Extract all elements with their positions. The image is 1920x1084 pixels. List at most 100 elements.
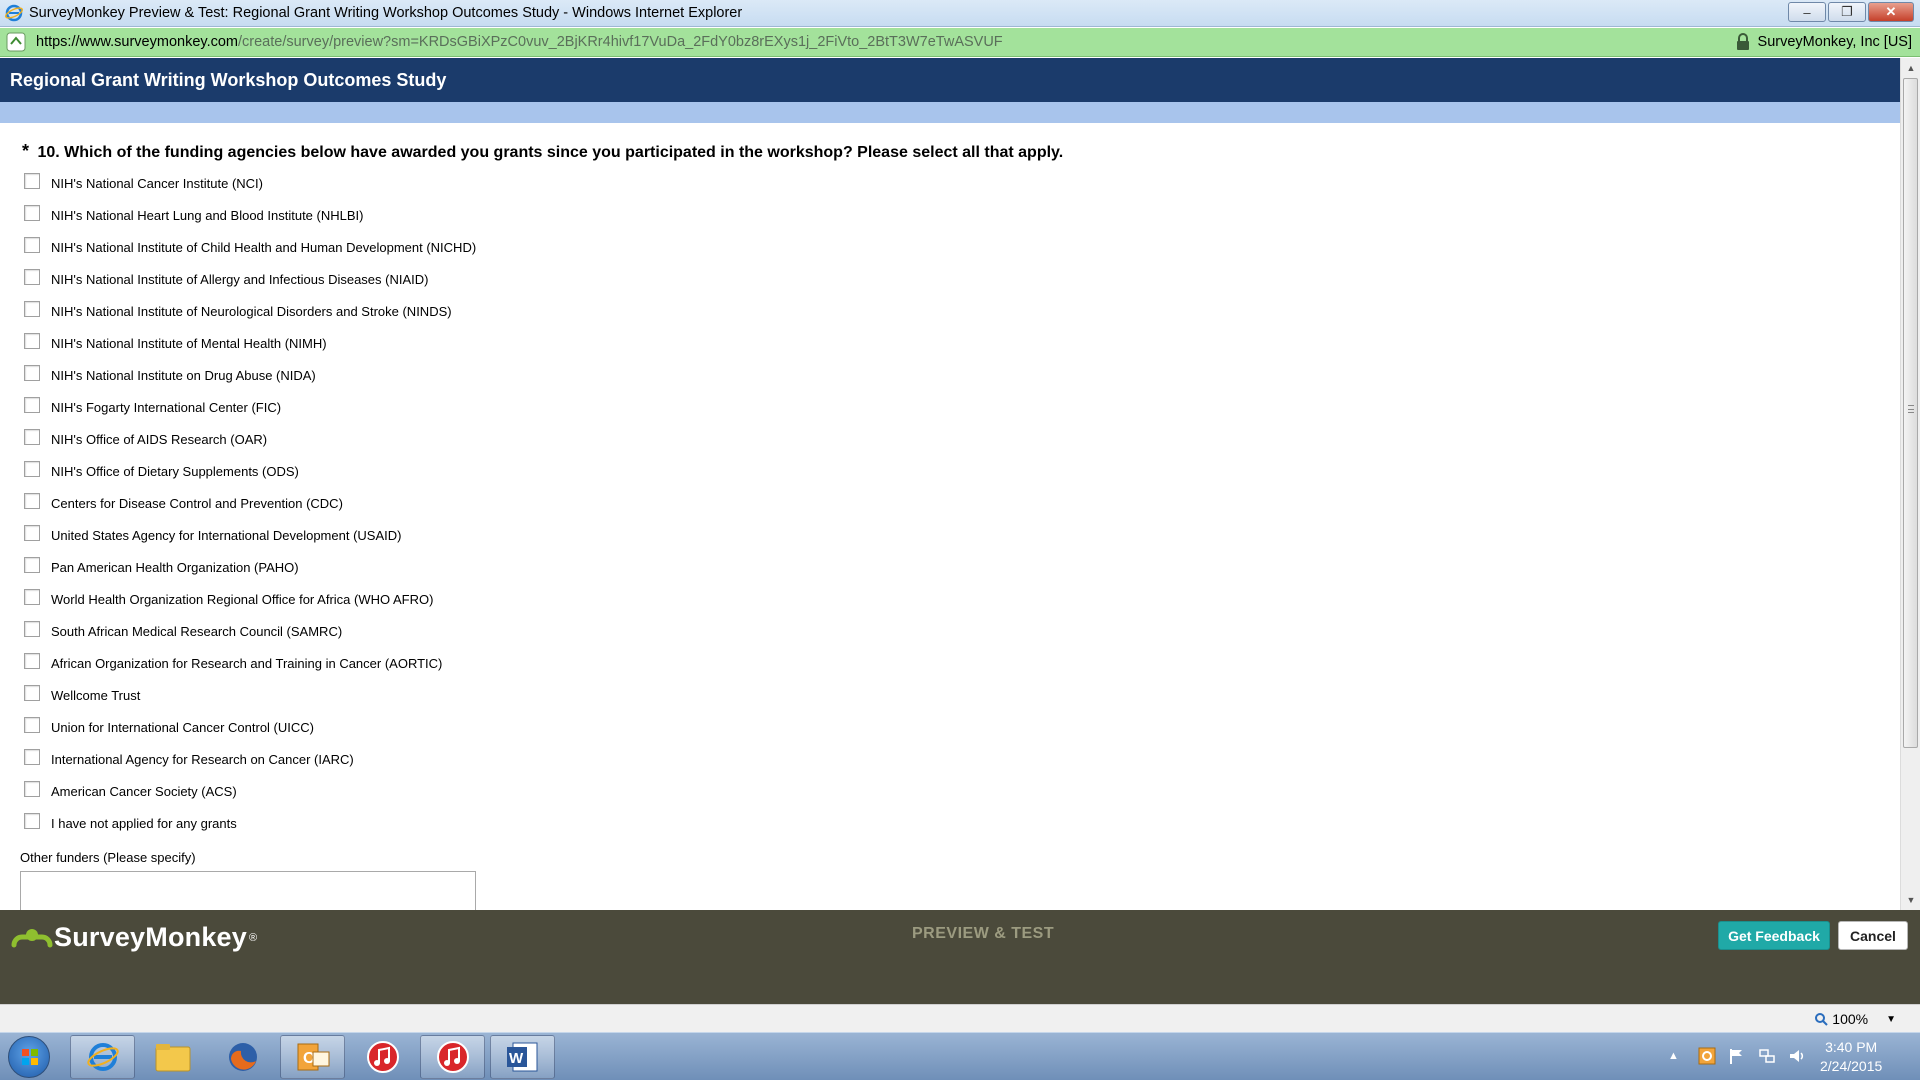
option-nci[interactable]: NIH's National Cancer Institute (NCI) (24, 167, 476, 199)
option-oar[interactable]: NIH's Office of AIDS Research (OAR) (24, 423, 476, 455)
outlook-tray-icon[interactable] (1698, 1047, 1716, 1065)
option-label[interactable]: NIH's National Cancer Institute (NCI) (51, 176, 263, 191)
question-text: 10. Which of the funding agencies below … (37, 144, 1064, 161)
scroll-thumb[interactable] (1903, 78, 1918, 748)
checkbox[interactable] (24, 365, 40, 381)
checkbox[interactable] (24, 653, 40, 669)
checkbox[interactable] (24, 461, 40, 477)
option-label[interactable]: NIH's National Institute of Mental Healt… (51, 336, 327, 351)
clock-date: 2/24/2015 (1820, 1058, 1883, 1074)
taskbar-internet-explorer[interactable] (70, 1035, 135, 1079)
option-label[interactable]: World Health Organization Regional Offic… (51, 592, 433, 607)
taskbar-file-explorer[interactable] (140, 1035, 205, 1079)
security-certificate[interactable]: SurveyMonkey, Inc [US] (1736, 33, 1912, 50)
option-label[interactable]: Centers for Disease Control and Preventi… (51, 496, 343, 511)
option-nhlbi[interactable]: NIH's National Heart Lung and Blood Inst… (24, 199, 476, 231)
option-label[interactable]: African Organization for Research and Tr… (51, 656, 442, 671)
checkbox[interactable] (24, 525, 40, 541)
scroll-up-arrow-icon[interactable]: ▲ (1901, 60, 1920, 76)
option-label[interactable]: Wellcome Trust (51, 688, 140, 703)
network-icon[interactable] (1758, 1047, 1776, 1065)
scroll-down-arrow-icon[interactable]: ▼ (1901, 892, 1920, 908)
option-samrc[interactable]: South African Medical Research Council (… (24, 615, 476, 647)
checkbox[interactable] (24, 301, 40, 317)
option-label[interactable]: NIH's National Institute of Child Health… (51, 240, 476, 255)
vertical-scrollbar[interactable]: ▲ ▼ (1900, 58, 1920, 910)
option-uicc[interactable]: Union for International Cancer Control (… (24, 711, 476, 743)
option-label[interactable]: NIH's Office of Dietary Supplements (ODS… (51, 464, 299, 479)
option-nichd[interactable]: NIH's National Institute of Child Health… (24, 231, 476, 263)
option-usaid[interactable]: United States Agency for International D… (24, 519, 476, 551)
option-ods[interactable]: NIH's Office of Dietary Supplements (ODS… (24, 455, 476, 487)
show-hidden-icons-arrow-icon[interactable]: ▲ (1668, 1047, 1686, 1065)
checkbox[interactable] (24, 749, 40, 765)
checkbox[interactable] (24, 205, 40, 221)
cancel-button[interactable]: Cancel (1838, 921, 1908, 950)
checkbox[interactable] (24, 333, 40, 349)
option-who-afro[interactable]: World Health Organization Regional Offic… (24, 583, 476, 615)
checkbox[interactable] (24, 717, 40, 733)
option-aortic[interactable]: African Organization for Research and Tr… (24, 647, 476, 679)
checkbox[interactable] (24, 397, 40, 413)
restore-button[interactable]: ❐ (1828, 2, 1866, 22)
option-label[interactable]: NIH's National Institute of Allergy and … (51, 272, 428, 287)
checkbox[interactable] (24, 781, 40, 797)
checkbox[interactable] (24, 237, 40, 253)
option-ninds[interactable]: NIH's National Institute of Neurological… (24, 295, 476, 327)
zoom-control[interactable]: 100% ▼ (1814, 1011, 1896, 1027)
system-clock[interactable]: 3:40 PM 2/24/2015 (1820, 1038, 1882, 1076)
checkbox[interactable] (24, 429, 40, 445)
option-label[interactable]: Pan American Health Organization (PAHO) (51, 560, 299, 575)
start-button[interactable] (8, 1036, 50, 1078)
checkbox[interactable] (24, 813, 40, 829)
checkbox[interactable] (24, 557, 40, 573)
checkbox[interactable] (24, 589, 40, 605)
option-label[interactable]: NIH's Office of AIDS Research (OAR) (51, 432, 267, 447)
option-fic[interactable]: NIH's Fogarty International Center (FIC) (24, 391, 476, 423)
option-label[interactable]: NIH's National Institute on Drug Abuse (… (51, 368, 316, 383)
taskbar-word[interactable]: W (490, 1035, 555, 1079)
option-acs[interactable]: American Cancer Society (ACS) (24, 775, 476, 807)
option-label[interactable]: South African Medical Research Council (… (51, 624, 342, 639)
itunes-icon (366, 1041, 399, 1073)
zoom-dropdown-icon[interactable]: ▼ (1886, 1014, 1896, 1025)
option-label[interactable]: NIH's National Institute of Neurological… (51, 304, 452, 319)
certificate-label: SurveyMonkey, Inc [US] (1757, 33, 1912, 50)
option-label[interactable]: I have not applied for any grants (51, 816, 237, 831)
get-feedback-button[interactable]: Get Feedback (1718, 921, 1830, 950)
checkbox[interactable] (24, 269, 40, 285)
option-label[interactable]: Union for International Cancer Control (… (51, 720, 314, 735)
option-nida[interactable]: NIH's National Institute on Drug Abuse (… (24, 359, 476, 391)
checkbox[interactable] (24, 173, 40, 189)
checkbox[interactable] (24, 621, 40, 637)
option-iarc[interactable]: International Agency for Research on Can… (24, 743, 476, 775)
option-cdc[interactable]: Centers for Disease Control and Preventi… (24, 487, 476, 519)
option-nimh[interactable]: NIH's National Institute of Mental Healt… (24, 327, 476, 359)
address-bar[interactable]: https://www.surveymonkey.com/create/surv… (0, 28, 1920, 57)
taskbar-itunes-window[interactable] (420, 1035, 485, 1079)
close-button[interactable]: ✕ (1868, 2, 1914, 22)
url-text[interactable]: https://www.surveymonkey.com/create/surv… (36, 34, 1003, 50)
option-paho[interactable]: Pan American Health Organization (PAHO) (24, 551, 476, 583)
option-label[interactable]: NIH's National Heart Lung and Blood Inst… (51, 208, 363, 223)
option-wellcome[interactable]: Wellcome Trust (24, 679, 476, 711)
required-marker: * (22, 141, 30, 161)
volume-icon[interactable] (1788, 1047, 1806, 1065)
option-niaid[interactable]: NIH's National Institute of Allergy and … (24, 263, 476, 295)
other-funders-input[interactable] (20, 871, 476, 910)
minimize-button[interactable]: – (1788, 2, 1826, 22)
option-not-applied[interactable]: I have not applied for any grants (24, 807, 476, 839)
checkbox[interactable] (24, 685, 40, 701)
option-label[interactable]: United States Agency for International D… (51, 528, 401, 543)
zoom-magnifier-icon (1815, 1013, 1828, 1026)
window-title: SurveyMonkey Preview & Test: Regional Gr… (29, 5, 743, 21)
option-label[interactable]: International Agency for Research on Can… (51, 752, 354, 767)
action-center-flag-icon[interactable] (1728, 1047, 1746, 1065)
checkbox[interactable] (24, 493, 40, 509)
taskbar-firefox[interactable] (210, 1035, 275, 1079)
logo-registered-mark: ® (248, 931, 258, 944)
taskbar-outlook[interactable]: O (280, 1035, 345, 1079)
option-label[interactable]: NIH's Fogarty International Center (FIC) (51, 400, 281, 415)
taskbar-itunes[interactable] (350, 1035, 415, 1079)
option-label[interactable]: American Cancer Society (ACS) (51, 784, 237, 799)
